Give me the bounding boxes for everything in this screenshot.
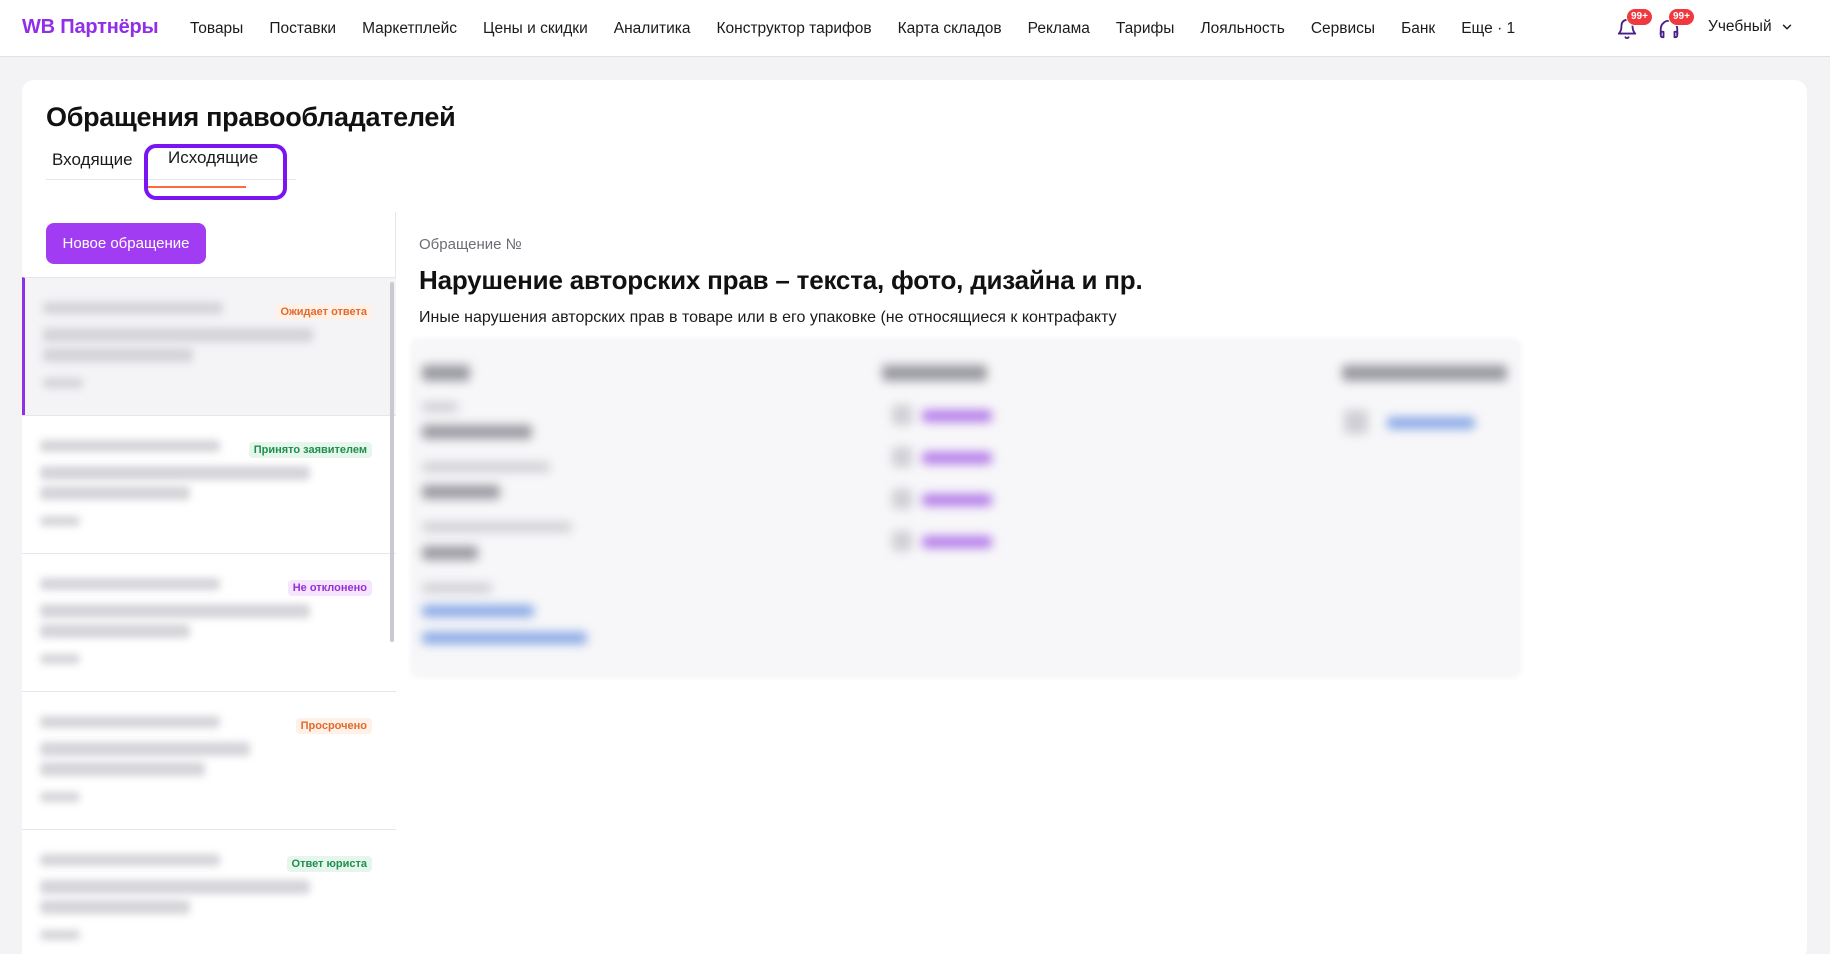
nav-item-analytics[interactable]: Аналитика bbox=[614, 20, 691, 38]
blurred-link bbox=[922, 494, 992, 506]
blurred-text bbox=[422, 546, 478, 560]
tabs: Входящие Исходящие bbox=[46, 148, 296, 180]
blurred-link bbox=[422, 632, 587, 644]
blurred-icon bbox=[892, 447, 912, 467]
blurred-text bbox=[40, 624, 190, 638]
blurred-icon bbox=[892, 531, 912, 551]
blurred-text bbox=[40, 930, 80, 940]
status-badge: Ответ юриста bbox=[286, 856, 372, 872]
blurred-details-block bbox=[410, 338, 1522, 678]
blurred-text bbox=[40, 578, 220, 590]
list-item[interactable]: Принято заявителем bbox=[22, 415, 396, 553]
support-button[interactable]: 99+ bbox=[1654, 8, 1695, 44]
blurred-text bbox=[422, 522, 572, 532]
blurred-link bbox=[922, 536, 992, 548]
status-badge: Просрочено bbox=[295, 718, 372, 734]
list-item[interactable]: Просрочено bbox=[22, 691, 396, 829]
nav-item-warehouse-map[interactable]: Карта складов bbox=[898, 20, 1002, 38]
blurred-text bbox=[43, 348, 193, 362]
status-badge: Принято заявителем bbox=[248, 442, 372, 458]
blurred-icon bbox=[1344, 410, 1368, 434]
top-navigation: WB Партнёры Товары Поставки Маркетплейс … bbox=[0, 0, 1830, 57]
blurred-link bbox=[922, 452, 992, 464]
account-name: Учебный bbox=[1708, 18, 1772, 35]
blurred-text bbox=[40, 654, 80, 664]
new-appeal-button[interactable]: Новое обращение bbox=[46, 223, 206, 264]
nav-item-tariffs[interactable]: Тарифы bbox=[1116, 20, 1175, 38]
nav-item-ads[interactable]: Реклама bbox=[1028, 20, 1090, 38]
blurred-text bbox=[422, 402, 458, 412]
nav-item-bank[interactable]: Банк bbox=[1401, 20, 1435, 38]
blurred-icon bbox=[892, 489, 912, 509]
active-tab-underline bbox=[144, 186, 246, 188]
blurred-text bbox=[43, 378, 83, 388]
blurred-text bbox=[43, 302, 223, 314]
appeals-list-panel: Новое обращение Ожидает ответа Принято з… bbox=[22, 212, 396, 954]
nav-item-more[interactable]: Еще · 1 bbox=[1461, 20, 1515, 38]
appeals-list: Ожидает ответа Принято заявителем Не отк… bbox=[22, 277, 396, 954]
account-menu[interactable]: Учебный bbox=[1708, 18, 1794, 36]
blurred-text bbox=[422, 583, 492, 593]
blurred-text bbox=[40, 880, 310, 894]
tab-outgoing[interactable]: Исходящие bbox=[168, 148, 258, 168]
nav-item-loyalty[interactable]: Лояльность bbox=[1200, 20, 1284, 38]
blurred-text bbox=[43, 328, 313, 342]
blurred-text bbox=[40, 516, 80, 526]
blurred-text bbox=[422, 485, 500, 499]
blurred-text bbox=[40, 716, 220, 728]
list-item[interactable]: Ожидает ответа bbox=[22, 277, 396, 415]
blurred-text bbox=[40, 742, 250, 756]
support-badge: 99+ bbox=[1668, 8, 1695, 26]
blurred-icon bbox=[892, 405, 912, 425]
wb-partners-logo[interactable]: WB Партнёры bbox=[22, 16, 159, 39]
blurred-link bbox=[1387, 417, 1475, 429]
main-nav: Товары Поставки Маркетплейс Цены и скидк… bbox=[190, 0, 1541, 57]
blurred-link bbox=[422, 605, 534, 617]
blurred-text bbox=[422, 425, 532, 439]
blurred-text bbox=[422, 365, 470, 381]
blurred-text bbox=[40, 762, 205, 776]
blurred-text bbox=[40, 604, 310, 618]
blurred-text bbox=[40, 440, 220, 452]
nav-item-products[interactable]: Товары bbox=[190, 20, 243, 38]
nav-item-supplies[interactable]: Поставки bbox=[269, 20, 336, 38]
nav-item-services[interactable]: Сервисы bbox=[1311, 20, 1375, 38]
nav-item-tariff-builder[interactable]: Конструктор тарифов bbox=[716, 20, 871, 38]
notifications-button[interactable]: 99+ bbox=[1612, 8, 1653, 44]
blurred-text bbox=[40, 466, 310, 480]
blurred-text bbox=[422, 462, 550, 472]
chevron-down-icon bbox=[1782, 24, 1791, 30]
appeal-title: Нарушение авторских прав – текста, фото,… bbox=[419, 265, 1143, 295]
list-scrollbar[interactable] bbox=[390, 282, 394, 642]
appeal-number-label: Обращение № bbox=[419, 236, 522, 253]
notifications-badge: 99+ bbox=[1626, 8, 1653, 26]
list-item[interactable]: Ответ юриста bbox=[22, 829, 396, 954]
tab-incoming[interactable]: Входящие bbox=[52, 150, 133, 170]
status-badge: Ожидает ответа bbox=[275, 304, 372, 320]
appeal-description: Иные нарушения авторских прав в товаре и… bbox=[419, 309, 1117, 326]
blurred-text bbox=[40, 486, 190, 500]
blurred-text bbox=[40, 792, 80, 802]
blurred-text bbox=[1342, 365, 1507, 381]
blurred-text bbox=[40, 854, 220, 866]
blurred-text bbox=[40, 900, 190, 914]
list-item[interactable]: Не отклонено bbox=[22, 553, 396, 691]
blurred-link bbox=[922, 410, 992, 422]
main-card: Обращения правообладателей Входящие Исхо… bbox=[22, 80, 1807, 954]
nav-item-prices[interactable]: Цены и скидки bbox=[483, 20, 588, 38]
nav-item-marketplace[interactable]: Маркетплейс bbox=[362, 20, 457, 38]
blurred-text bbox=[882, 365, 987, 381]
page-title: Обращения правообладателей bbox=[46, 102, 456, 132]
status-badge: Не отклонено bbox=[287, 580, 372, 596]
